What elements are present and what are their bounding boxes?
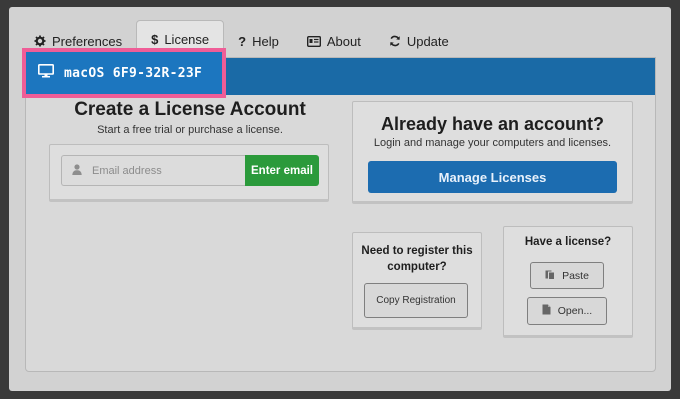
tab-about[interactable]: About (293, 24, 375, 58)
machine-id-text: macOS 6F9-32R-23F (64, 65, 203, 81)
register-title: Need to register this computer? (361, 245, 473, 273)
account-title: Already have an account? (380, 114, 605, 134)
dollar-icon: $ (151, 32, 159, 47)
file-icon (542, 304, 551, 318)
email-input[interactable]: Email address (61, 155, 245, 186)
email-placeholder: Email address (92, 164, 162, 177)
tab-label: Help (252, 33, 279, 49)
create-account-subtitle: Start a free trial or purchase a license… (97, 124, 283, 136)
tab-label: Update (406, 33, 449, 49)
refresh-icon (389, 35, 401, 47)
enter-email-button[interactable]: Enter email (245, 155, 319, 186)
manage-licenses-button[interactable]: Manage Licenses (368, 161, 617, 193)
user-icon (72, 163, 82, 178)
gear-icon (34, 35, 46, 47)
open-label: Open... (557, 305, 593, 317)
create-account-title: Create a License Account (74, 99, 306, 120)
tab-help[interactable]: ? Help (224, 24, 293, 58)
monitor-icon (38, 64, 54, 82)
open-file-button[interactable]: Open... (527, 297, 607, 325)
tab-label: License (164, 32, 210, 47)
tab-label: About (326, 33, 361, 49)
copy-registration-button[interactable]: Copy Registration (364, 283, 468, 318)
question-icon: ? (238, 33, 247, 49)
tab-label: Preferences (52, 33, 123, 49)
paste-button[interactable]: Paste (530, 262, 604, 289)
tab-update[interactable]: Update (375, 24, 463, 58)
machine-id-badge[interactable]: macOS 6F9-32R-23F (22, 48, 226, 98)
account-subtitle: Login and manage your computers and lice… (373, 137, 612, 149)
clipboard-icon (545, 269, 556, 283)
have-license-title: Have a license? (524, 236, 612, 248)
id-card-icon (306, 35, 321, 47)
paste-label: Paste (562, 269, 589, 282)
